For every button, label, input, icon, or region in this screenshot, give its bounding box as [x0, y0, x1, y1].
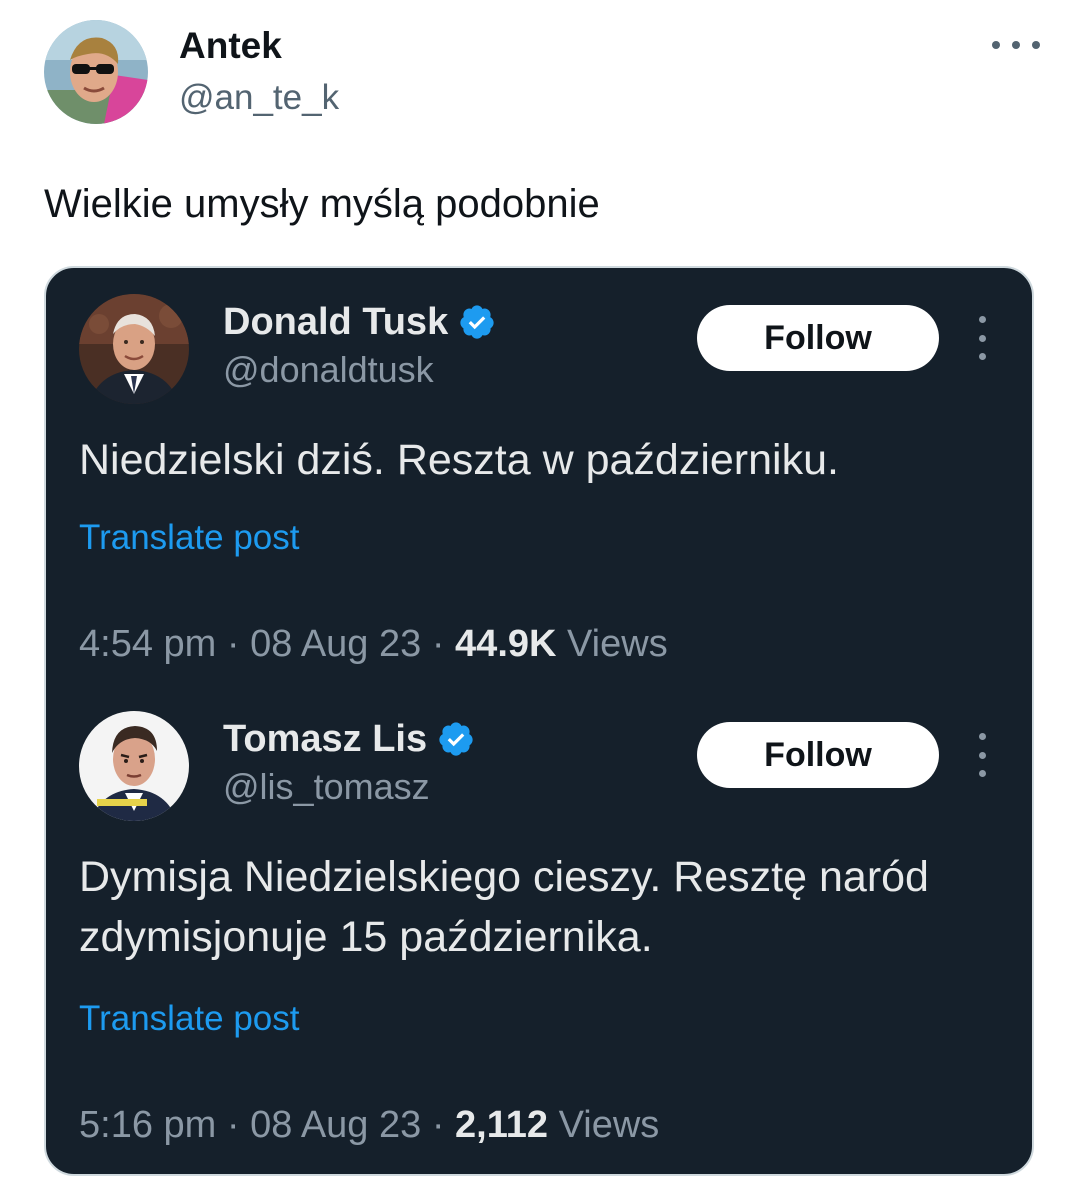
lis-avatar-image	[79, 711, 189, 821]
more-dot	[978, 316, 986, 323]
more-dot	[1012, 41, 1020, 49]
more-dot	[1032, 41, 1040, 49]
tweet-time[interactable]: 4:54 pm	[79, 623, 216, 665]
more-dot	[978, 770, 986, 777]
translate-post-link[interactable]: Translate post	[79, 516, 299, 560]
meta-separator: ·	[431, 1104, 445, 1146]
views-count: 44.9K	[455, 623, 557, 665]
more-dot	[992, 41, 1000, 49]
translate-post-link[interactable]: Translate post	[79, 997, 299, 1041]
tweet-date[interactable]: 08 Aug 23	[250, 1104, 421, 1146]
post-text: Wielkie umysły myślą podobnie	[44, 182, 600, 226]
views-label: Views	[558, 1104, 660, 1146]
more-vertical-icon[interactable]	[970, 733, 994, 777]
tweet-date[interactable]: 08 Aug 23	[250, 623, 421, 665]
views-label: Views	[567, 623, 668, 665]
meta-separator: ·	[226, 1104, 240, 1146]
verified-badge-icon	[439, 722, 473, 756]
tweet-meta: 5:16 pm · 08 Aug 23 · 2,112 Views	[79, 1101, 659, 1149]
author-avatar[interactable]	[44, 20, 148, 124]
tusk-name-row: Donald Tusk	[223, 298, 496, 346]
meta-separator: ·	[431, 623, 445, 665]
more-vertical-icon[interactable]	[970, 316, 994, 360]
tweet-author-name: Tomasz Lis	[223, 718, 428, 760]
tweet-text: Dymisja Niedzielskiego cieszy. Resztę na…	[79, 853, 929, 961]
more-dot	[978, 353, 986, 360]
lis-avatar	[79, 711, 189, 821]
tweet-author-handle: @donaldtusk	[223, 349, 434, 390]
lis-name-row: Tomasz Lis	[223, 715, 475, 763]
more-horizontal-icon[interactable]	[992, 30, 1040, 60]
verified-badge-icon	[460, 305, 494, 339]
tweet-author-name: Donald Tusk	[223, 301, 449, 343]
meta-separator: ·	[226, 623, 240, 665]
tusk-avatar	[79, 294, 189, 404]
follow-button[interactable]: Follow	[697, 305, 939, 371]
follow-button[interactable]: Follow	[697, 722, 939, 788]
tweet-meta: 4:54 pm · 08 Aug 23 · 44.9K Views	[79, 620, 668, 668]
author-name[interactable]: Antek	[179, 24, 282, 68]
more-dot	[978, 733, 986, 740]
more-dot	[978, 751, 986, 759]
embedded-image[interactable]: Donald Tusk @donaldtusk Follow Niedziels…	[44, 266, 1034, 1176]
tusk-avatar-image	[79, 294, 189, 404]
author-avatar-image	[44, 20, 148, 124]
tweet-time[interactable]: 5:16 pm	[79, 1104, 216, 1146]
views-count: 2,112	[455, 1104, 549, 1146]
tweet-author-handle: @lis_tomasz	[223, 766, 430, 807]
more-dot	[978, 334, 986, 342]
author-handle[interactable]: @an_te_k	[179, 76, 339, 120]
tweet-text: Niedzielski dziś. Reszta w październiku.	[79, 436, 839, 484]
